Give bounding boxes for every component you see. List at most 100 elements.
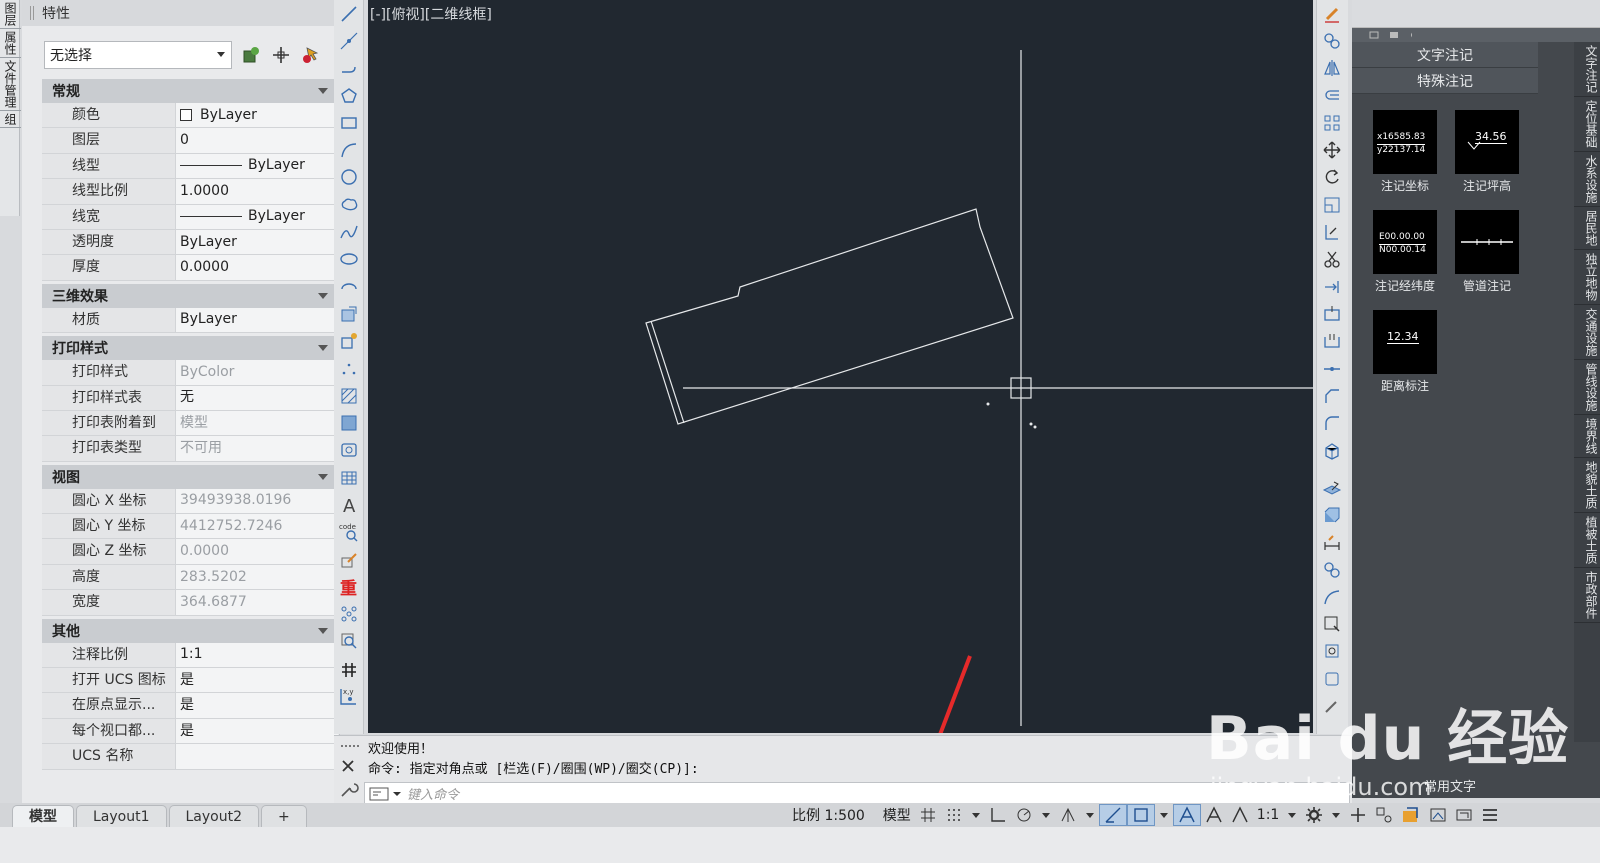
spline-icon[interactable] — [334, 218, 364, 245]
curve-edit-icon[interactable] — [1317, 583, 1347, 610]
erase-icon[interactable] — [1317, 0, 1347, 27]
palette-tab[interactable]: 管线设施 — [1574, 360, 1600, 415]
tab-layout1[interactable]: Layout1 — [76, 805, 167, 827]
region-icon[interactable] — [334, 437, 364, 464]
3d-box-icon[interactable] — [1317, 501, 1347, 528]
xy-coordinate-icon[interactable]: x,y — [334, 682, 364, 709]
polar-tracking-icon[interactable] — [1011, 804, 1037, 826]
prop-row-ucs-name[interactable]: UCS 名称 — [42, 744, 338, 770]
line-tool-icon[interactable] — [334, 0, 364, 27]
section-3d-effects[interactable]: 三维效果 — [42, 283, 338, 308]
array-icon[interactable] — [1317, 109, 1347, 136]
palette-group-text-annotation[interactable]: 文字注记 — [1352, 42, 1538, 68]
prop-value[interactable]: 无 — [176, 385, 338, 410]
clean-screen-icon[interactable] — [1425, 804, 1451, 826]
palette-tab[interactable]: 定位基础 — [1574, 97, 1600, 152]
prop-row-linetype-scale[interactable]: 线型比例 1.0000 — [42, 179, 338, 205]
quick-select-icon[interactable] — [300, 44, 322, 66]
prop-row-layer[interactable]: 图层 0 — [42, 128, 338, 154]
prop-row-plot-table-type[interactable]: 打印表类型 不可用 — [42, 436, 338, 462]
grip-icon[interactable] — [30, 6, 34, 20]
explode-icon[interactable] — [1317, 437, 1347, 464]
chevron-down-icon[interactable] — [1037, 804, 1055, 826]
prop-row-annotation-scale[interactable]: 注释比例 1:1 — [42, 642, 338, 669]
gradient-icon[interactable] — [334, 409, 364, 436]
command-input[interactable]: 键入命令 — [364, 782, 1350, 804]
copy-icon[interactable] — [1317, 27, 1347, 54]
code-search-icon[interactable]: code — [334, 519, 364, 546]
plus-icon[interactable] — [1345, 804, 1371, 826]
palette-titlebar[interactable] — [1352, 0, 1600, 28]
isodraft-icon[interactable] — [1055, 804, 1081, 826]
prop-value[interactable]: 1.0000 — [176, 179, 338, 204]
prop-row-linetype[interactable]: 线型 ByLayer — [42, 153, 338, 180]
palette-tab[interactable]: 地貌土质 — [1574, 458, 1600, 513]
tool-annotate-pipe[interactable]: 管道注记 — [1446, 210, 1528, 294]
tab-model[interactable]: 模型 — [12, 805, 74, 827]
rotate-icon[interactable] — [1317, 164, 1347, 191]
table-icon[interactable] — [334, 464, 364, 491]
attribute-edit-icon[interactable] — [334, 546, 364, 573]
status-scale[interactable]: 比例 1:500 — [788, 804, 869, 826]
circle-icon[interactable] — [334, 164, 364, 191]
tab-layout2[interactable]: Layout2 — [168, 805, 259, 827]
chevron-down-icon[interactable] — [1081, 804, 1099, 826]
prop-row-center-y[interactable]: 圆心 Y 坐标 4412752.7246 — [42, 514, 338, 540]
section-plot-style[interactable]: 打印样式 — [42, 336, 338, 361]
prop-value[interactable]: ByLayer — [176, 229, 338, 255]
chevron-down-icon[interactable] — [1155, 804, 1173, 826]
prop-value[interactable]: 是 — [176, 693, 338, 718]
workspace-gear-icon[interactable] — [1301, 804, 1327, 826]
palette-tab[interactable]: 文字注记 — [1574, 42, 1600, 97]
prop-value[interactable]: ByLayer — [176, 307, 338, 333]
left-tab-file-manager[interactable]: 文件管理 — [0, 58, 21, 111]
tool-annotate-latlon[interactable]: E00.00.00 N00.00.14 注记经纬度 — [1364, 210, 1446, 294]
palette-group-common-text[interactable]: 常用文字 — [1424, 776, 1476, 795]
prop-row-ucs-icon-on[interactable]: 打开 UCS 图标是 — [42, 668, 338, 694]
prop-value[interactable]: ByLayer — [176, 103, 338, 128]
prop-row-color[interactable]: 颜色 ByLayer — [42, 103, 338, 129]
tool-distance-dimension[interactable]: 12.34 距离标注 — [1364, 310, 1446, 394]
left-tab-group[interactable]: 组 — [0, 111, 21, 128]
polyline-icon[interactable] — [334, 55, 364, 82]
make-block-icon[interactable] — [334, 328, 364, 355]
prop-row-thickness[interactable]: 厚度 0.0000 — [42, 255, 338, 281]
prop-value[interactable]: 是 — [176, 668, 338, 693]
annotation-scale-icon[interactable] — [1227, 804, 1253, 826]
offset-icon[interactable] — [1317, 82, 1347, 109]
prop-value[interactable]: ByLayer — [176, 153, 338, 179]
node-points-icon[interactable] — [334, 601, 364, 628]
arc-icon[interactable] — [334, 136, 364, 163]
tool-annotate-coordinates[interactable]: x16585.83 y22137.14 注记坐标 — [1364, 110, 1446, 194]
rectangle-icon[interactable] — [334, 109, 364, 136]
annotation-visibility-icon[interactable] — [1172, 804, 1201, 826]
break-at-point-icon[interactable] — [1317, 300, 1347, 327]
zoom-extents-icon[interactable] — [1317, 638, 1347, 665]
palette-tab[interactable]: 水系设施 — [1574, 152, 1600, 207]
prop-value[interactable]: 0 — [176, 128, 338, 153]
prop-row-width[interactable]: 宽度 364.6877 — [42, 590, 338, 616]
properties-titlebar[interactable]: 特性 — [22, 0, 339, 26]
prop-row-height[interactable]: 高度 283.5202 — [42, 564, 338, 591]
break-icon[interactable] — [1317, 328, 1347, 355]
join-icon[interactable] — [1317, 355, 1347, 382]
hardware-accel-icon[interactable] — [1397, 804, 1425, 826]
section-view[interactable]: 视图 — [42, 464, 338, 489]
palette-tab[interactable]: 独立地物 — [1574, 250, 1600, 305]
prop-row-plot-table-attached[interactable]: 打印表附着到 模型 — [42, 410, 338, 437]
zoom-window-icon[interactable] — [1317, 611, 1347, 638]
chevron-down-icon[interactable] — [967, 804, 985, 826]
left-tab-layers[interactable]: 图层 — [0, 0, 21, 29]
palette-tab[interactable]: 交通设施 — [1574, 305, 1600, 360]
prop-row-center-x[interactable]: 圆心 X 坐标 39493938.0196 — [42, 488, 338, 515]
tool-annotate-elevation[interactable]: 34.56 注记坪高 — [1446, 110, 1528, 194]
scale-icon[interactable] — [1317, 191, 1347, 218]
object-snap-icon[interactable] — [1126, 804, 1155, 826]
add-layout-button[interactable]: + — [261, 805, 307, 827]
mirror-icon[interactable] — [1317, 55, 1347, 82]
left-tab-properties[interactable]: 属性 — [0, 29, 21, 58]
prop-value[interactable]: 0.0000 — [176, 255, 338, 280]
mtext-icon[interactable]: A — [334, 491, 364, 518]
prop-value[interactable]: 是 — [176, 718, 338, 744]
chevron-down-icon[interactable] — [1283, 804, 1301, 826]
